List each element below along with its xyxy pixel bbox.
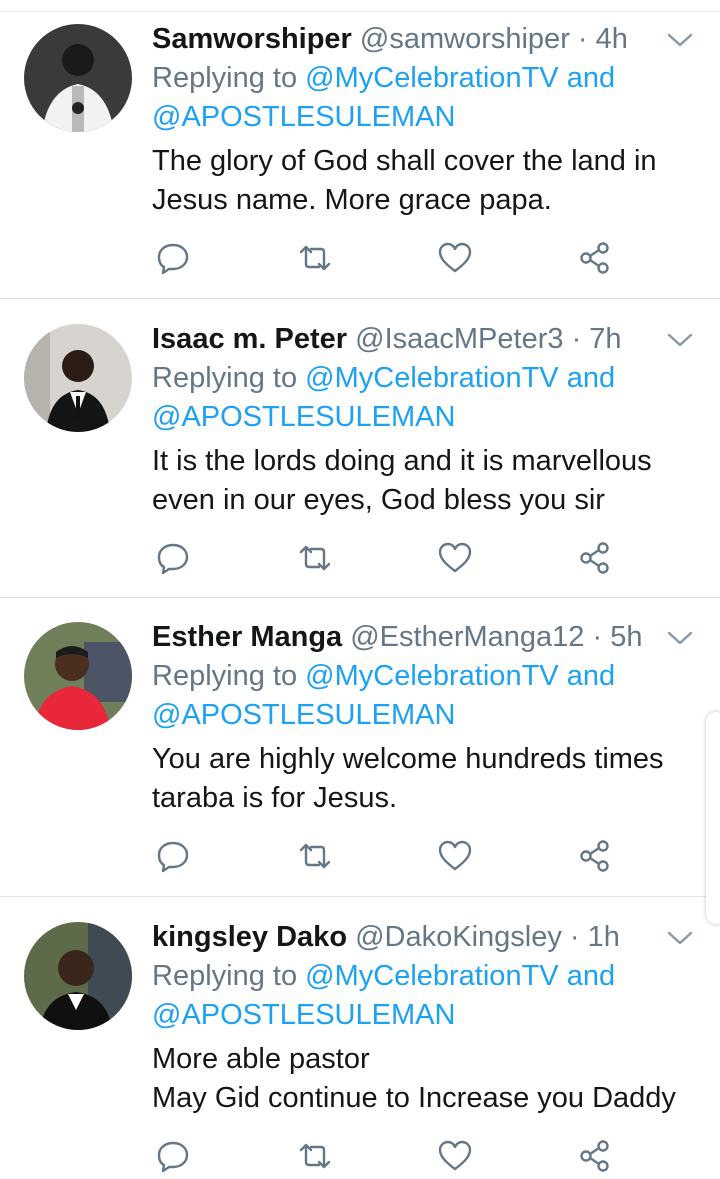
like-icon[interactable]	[437, 838, 473, 874]
tweet-2[interactable]: Isaac m. Peter @IsaacMPeter3 · 7h Replyi…	[0, 312, 720, 598]
reply-icon[interactable]	[155, 240, 191, 276]
user-handle[interactable]: @DakoKingsley	[355, 921, 562, 953]
mention-link[interactable]: @MyCelebrationTV	[305, 660, 558, 692]
reply-icon[interactable]	[155, 540, 191, 576]
mention-link[interactable]: @APOSTLESULEMAN	[152, 699, 455, 731]
and-others-link[interactable]: and	[567, 62, 615, 94]
reply-icon[interactable]	[155, 838, 191, 874]
replying-to: Replying to @MyCelebrationTV and	[152, 59, 615, 97]
tweet-text-line: even in our eyes, God bless you sir	[152, 484, 605, 516]
tweet-divider	[0, 597, 720, 598]
share-icon[interactable]	[578, 838, 614, 874]
and-others-link[interactable]: and	[567, 660, 615, 692]
like-icon[interactable]	[437, 1138, 473, 1174]
display-name[interactable]: Samworshiper	[152, 23, 352, 55]
retweet-icon[interactable]	[297, 838, 333, 874]
user-handle[interactable]: @samworshiper	[360, 23, 570, 55]
mention-link[interactable]: @MyCelebrationTV	[305, 62, 558, 94]
avatar[interactable]	[24, 622, 132, 730]
tweet-text-line: More able pastor	[152, 1043, 370, 1075]
like-icon[interactable]	[437, 540, 473, 576]
mention-link[interactable]: @APOSTLESULEMAN	[152, 999, 455, 1031]
tweet-header: Esther Manga @EstherManga12 · 5h	[152, 620, 642, 654]
like-icon[interactable]	[437, 240, 473, 276]
replying-to-second-line: @APOSTLESULEMAN	[152, 98, 455, 136]
timestamp[interactable]: 5h	[610, 621, 642, 653]
avatar[interactable]	[24, 24, 132, 132]
replying-to: Replying to @MyCelebrationTV and	[152, 359, 615, 397]
separator-dot: ·	[577, 23, 588, 55]
display-name[interactable]: kingsley Dako	[152, 921, 347, 953]
replying-label: Replying to	[152, 362, 298, 394]
mention-link[interactable]: @APOSTLESULEMAN	[152, 101, 455, 133]
tweet-divider	[0, 298, 720, 299]
share-icon[interactable]	[578, 1138, 614, 1174]
replying-to-second-line: @APOSTLESULEMAN	[152, 996, 455, 1034]
replying-to-second-line: @APOSTLESULEMAN	[152, 696, 455, 734]
share-icon[interactable]	[578, 240, 614, 276]
display-name[interactable]: Esther Manga	[152, 621, 342, 653]
timestamp[interactable]: 7h	[589, 323, 621, 355]
tweet-header: Samworshiper @samworshiper · 4h	[152, 22, 628, 56]
tweet-text-line: You are highly welcome hundreds times	[152, 743, 664, 775]
timestamp[interactable]: 1h	[588, 921, 620, 953]
separator-dot: ·	[592, 621, 603, 653]
retweet-icon[interactable]	[297, 240, 333, 276]
tweet-divider	[0, 896, 720, 897]
tweet-text-line: It is the lords doing and it is marvello…	[152, 445, 652, 477]
replying-label: Replying to	[152, 960, 298, 992]
user-handle[interactable]: @EstherManga12	[350, 621, 584, 653]
separator-dot: ·	[571, 323, 582, 355]
and-others-link[interactable]: and	[567, 362, 615, 394]
tweet-text-line: taraba is for Jesus.	[152, 782, 397, 814]
display-name[interactable]: Isaac m. Peter	[152, 323, 347, 355]
tweet-3[interactable]: Esther Manga @EstherManga12 · 5h Replyin…	[0, 610, 720, 896]
tweet-1[interactable]: Samworshiper @samworshiper · 4h Replying…	[0, 12, 720, 298]
replying-to-second-line: @APOSTLESULEMAN	[152, 398, 455, 436]
replying-to: Replying to @MyCelebrationTV and	[152, 657, 615, 695]
retweet-icon[interactable]	[297, 1138, 333, 1174]
tweet-text-line: Jesus name. More grace papa.	[152, 184, 552, 216]
reply-icon[interactable]	[155, 1138, 191, 1174]
chevron-down-icon[interactable]	[666, 330, 694, 350]
and-others-link[interactable]: and	[567, 960, 615, 992]
tweet-text-line: The glory of God shall cover the land in	[152, 145, 657, 177]
tweet-text-line: May Gid continue to Increase you Daddy	[152, 1082, 676, 1114]
user-handle[interactable]: @IsaacMPeter3	[355, 323, 563, 355]
replying-label: Replying to	[152, 62, 298, 94]
share-icon[interactable]	[578, 540, 614, 576]
tweet-header: Isaac m. Peter @IsaacMPeter3 · 7h	[152, 322, 622, 356]
mention-link[interactable]: @MyCelebrationTV	[305, 960, 558, 992]
chevron-down-icon[interactable]	[666, 628, 694, 648]
mention-link[interactable]: @APOSTLESULEMAN	[152, 401, 455, 433]
chevron-down-icon[interactable]	[666, 928, 694, 948]
mention-link[interactable]: @MyCelebrationTV	[305, 362, 558, 394]
scrollbar-thumb[interactable]	[706, 712, 720, 924]
tweet-4[interactable]: kingsley Dako @DakoKingsley · 1h Replyin…	[0, 910, 720, 1179]
chevron-down-icon[interactable]	[666, 30, 694, 50]
replying-to: Replying to @MyCelebrationTV and	[152, 957, 615, 995]
separator-dot: ·	[569, 921, 580, 953]
tweet-header: kingsley Dako @DakoKingsley · 1h	[152, 920, 620, 954]
avatar[interactable]	[24, 324, 132, 432]
avatar[interactable]	[24, 922, 132, 1030]
timestamp[interactable]: 4h	[596, 23, 628, 55]
replying-label: Replying to	[152, 660, 298, 692]
retweet-icon[interactable]	[297, 540, 333, 576]
